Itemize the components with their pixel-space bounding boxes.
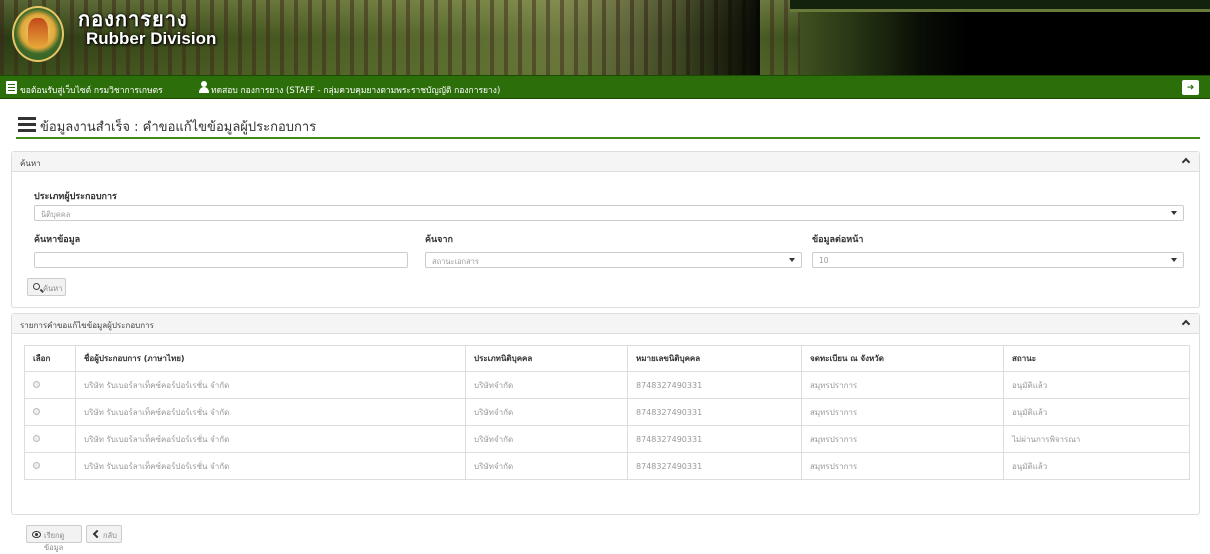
user-status-bar: ขอต้อนรับสู่เว็บไซต์ กรมวิชาการเกษตร ทดส… xyxy=(0,75,1210,99)
table-header-row: เลือก ชื่อผู้ประกอบการ (ภาษาไทย) ประเภทน… xyxy=(24,345,1190,372)
collapse-chevron-icon[interactable] xyxy=(1181,157,1191,167)
request-table: เลือก ชื่อผู้ประกอบการ (ภาษาไทย) ประเภทน… xyxy=(24,345,1190,480)
column-header-entity-type[interactable]: ประเภทนิติบุคคล xyxy=(465,345,628,372)
row-select-cell[interactable] xyxy=(24,371,76,399)
search-panel: ค้นหา ประเภทผู้ประกอบการ นิติบุคคล ค้นหา… xyxy=(11,151,1200,308)
operator-type-select[interactable]: นิติบุคคล xyxy=(34,205,1184,221)
logo-emblem xyxy=(28,18,48,48)
entity-type-cell: บริษัทจำกัด xyxy=(465,425,628,453)
row-select-cell[interactable] xyxy=(24,398,76,426)
row-select-cell[interactable] xyxy=(24,425,76,453)
entity-number-cell: 8748327490331 xyxy=(627,371,802,399)
per-page-select[interactable]: 10 xyxy=(812,252,1184,268)
entity-type-cell: บริษัทจำกัด xyxy=(465,398,628,426)
brand-title-english: Rubber Division xyxy=(86,29,217,48)
logged-in-user: ทดสอบ กองการยาง (STAFF - กลุ่มควบคุมยางต… xyxy=(211,86,501,96)
entity-number-cell: 8748327490331 xyxy=(627,452,802,480)
column-header-entity-number[interactable]: หมายเลขนิติบุคคล xyxy=(627,345,802,372)
keyword-label: ค้นหาข้อมูล xyxy=(34,235,81,245)
operator-name-cell: บริษัท รับเบอร์ลาเท็คซ์คอร์ปอร์เรชั่น จำ… xyxy=(75,425,466,453)
row-radio[interactable] xyxy=(33,434,40,442)
operator-type-value: นิติบุคคล xyxy=(41,210,71,219)
entity-type-cell: บริษัทจำกัด xyxy=(465,452,628,480)
collapse-chevron-icon[interactable] xyxy=(1181,319,1191,329)
province-cell: สมุทรปราการ xyxy=(801,371,1004,399)
view-details-label: เรียกดูข้อมูล xyxy=(44,531,65,552)
column-header-operator-name[interactable]: ชื่อผู้ประกอบการ (ภาษาไทย) xyxy=(75,345,466,372)
list-icon xyxy=(18,117,36,132)
entity-number-cell: 8748327490331 xyxy=(627,398,802,426)
request-list-panel: รายการคำขอแก้ไขข้อมูลผู้ประกอบการ เลือก … xyxy=(11,313,1200,515)
per-page-value: 10 xyxy=(819,256,829,265)
table-row[interactable]: บริษัท รับเบอร์ลาเท็คซ์คอร์ปอร์เรชั่น จำ… xyxy=(24,452,1190,480)
operator-name-cell: บริษัท รับเบอร์ลาเท็คซ์คอร์ปอร์เรชั่น จำ… xyxy=(75,452,466,480)
caret-down-icon xyxy=(789,258,795,262)
department-seal-logo xyxy=(12,6,64,62)
caret-down-icon xyxy=(1171,211,1177,215)
table-row[interactable]: บริษัท รับเบอร์ลาเท็คซ์คอร์ปอร์เรชั่น จำ… xyxy=(24,398,1190,426)
column-header-status[interactable]: สถานะ xyxy=(1003,345,1190,372)
chevron-left-icon xyxy=(92,529,102,539)
search-panel-header[interactable]: ค้นหา xyxy=(12,152,1199,172)
list-panel-title: รายการคำขอแก้ไขข้อมูลผู้ประกอบการ xyxy=(20,321,154,330)
row-select-cell[interactable] xyxy=(24,452,76,480)
search-from-value: สถานะเอกสาร xyxy=(432,257,479,266)
caret-down-icon xyxy=(1171,258,1177,262)
operator-name-cell: บริษัท รับเบอร์ลาเท็คซ์คอร์ปอร์เรชั่น จำ… xyxy=(75,398,466,426)
entity-type-cell: บริษัทจำกัด xyxy=(465,371,628,399)
eye-icon xyxy=(32,531,41,538)
row-radio[interactable] xyxy=(33,461,40,469)
status-cell: อนุมัติแล้ว xyxy=(1003,371,1190,399)
search-from-select[interactable]: สถานะเอกสาร xyxy=(425,252,802,268)
search-panel-title: ค้นหา xyxy=(20,159,41,168)
list-panel-header[interactable]: รายการคำขอแก้ไขข้อมูลผู้ประกอบการ xyxy=(12,314,1199,334)
user-icon xyxy=(199,81,209,93)
search-from-label: ค้นจาก xyxy=(425,235,453,245)
status-cell: อนุมัติแล้ว xyxy=(1003,398,1190,426)
header-banner: กองการยาง Rubber Division xyxy=(0,0,1210,75)
operator-type-label: ประเภทผู้ประกอบการ xyxy=(34,192,117,202)
keyword-input[interactable] xyxy=(34,252,408,268)
province-cell: สมุทรปราการ xyxy=(801,452,1004,480)
logout-button[interactable]: ➜ xyxy=(1182,80,1199,95)
operator-name-cell: บริษัท รับเบอร์ลาเท็คซ์คอร์ปอร์เรชั่น จำ… xyxy=(75,371,466,399)
table-row[interactable]: บริษัท รับเบอร์ลาเท็คซ์คอร์ปอร์เรชั่น จำ… xyxy=(24,371,1190,399)
back-label: กลับ xyxy=(103,531,117,540)
province-cell: สมุทรปราการ xyxy=(801,398,1004,426)
status-cell: ไม่ผ่านการพิจารณา xyxy=(1003,425,1190,453)
row-radio[interactable] xyxy=(33,380,40,388)
welcome-text: ขอต้อนรับสู่เว็บไซต์ กรมวิชาการเกษตร xyxy=(20,86,163,96)
search-icon xyxy=(33,283,40,290)
sign-out-icon: ➜ xyxy=(1186,82,1195,93)
page-title: ข้อมูลงานสำเร็จ : คำขอแก้ไขข้อมูลผู้ประก… xyxy=(40,120,317,135)
search-button[interactable]: ค้นหา xyxy=(27,278,66,296)
search-button-label: ค้นหา xyxy=(43,284,63,293)
banner-fade xyxy=(560,0,760,75)
status-cell: อนุมัติแล้ว xyxy=(1003,452,1190,480)
back-button[interactable]: กลับ xyxy=(86,525,122,543)
banner-strip xyxy=(790,0,1210,9)
entity-number-cell: 8748327490331 xyxy=(627,425,802,453)
page-header: ข้อมูลงานสำเร็จ : คำขอแก้ไขข้อมูลผู้ประก… xyxy=(16,115,1200,139)
document-icon xyxy=(6,81,17,94)
banner-stripe xyxy=(790,9,1210,12)
column-header-province[interactable]: จดทะเบียน ณ จังหวัด xyxy=(801,345,1004,372)
row-radio[interactable] xyxy=(33,407,40,415)
column-header-select: เลือก xyxy=(24,345,76,372)
province-cell: สมุทรปราการ xyxy=(801,425,1004,453)
table-row[interactable]: บริษัท รับเบอร์ลาเท็คซ์คอร์ปอร์เรชั่น จำ… xyxy=(24,425,1190,453)
per-page-label: ข้อมูลต่อหน้า xyxy=(812,235,864,245)
view-details-button[interactable]: เรียกดูข้อมูล xyxy=(26,525,82,552)
